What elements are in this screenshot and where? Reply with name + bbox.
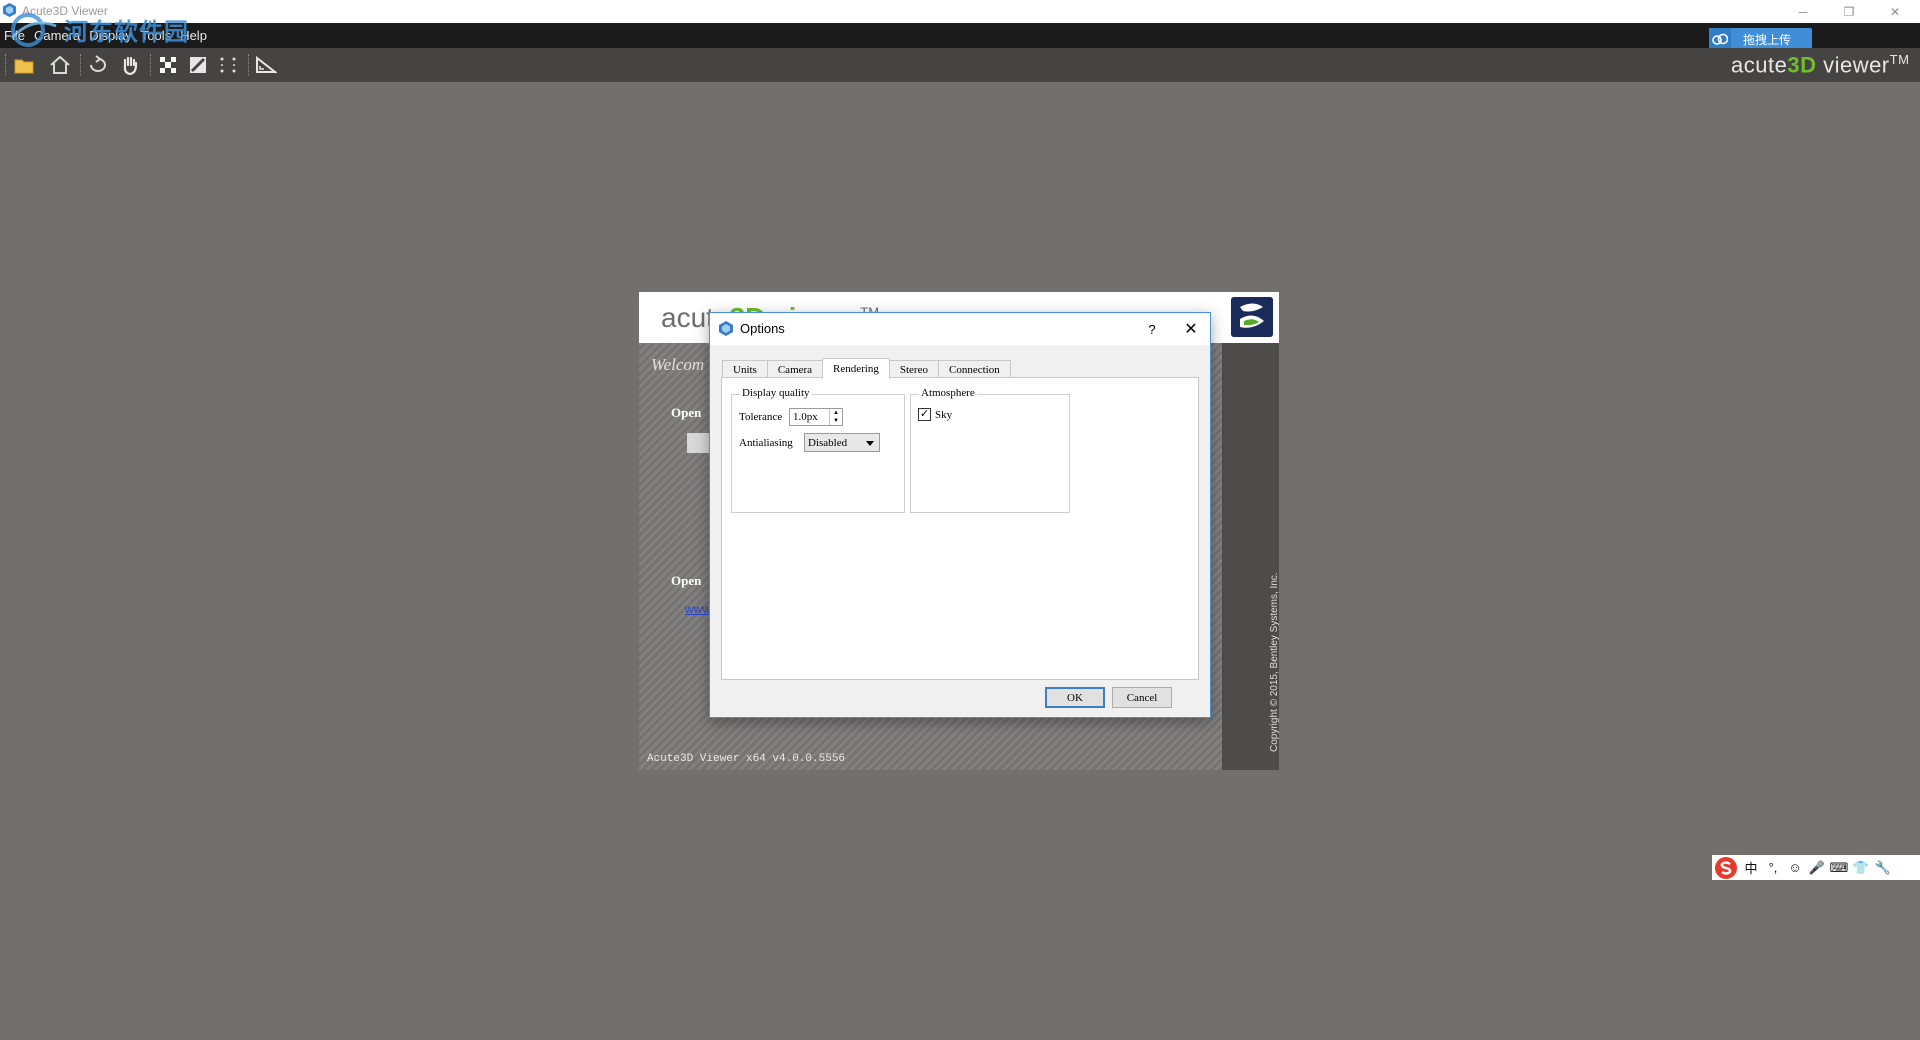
version-text: Acute3D Viewer x64 v4.0.0.5556 <box>647 753 846 765</box>
tab-rendering[interactable]: Rendering <box>822 358 890 379</box>
checker-icon[interactable] <box>156 53 180 77</box>
maximize-button[interactable]: ❐ <box>1826 0 1872 23</box>
menu-bar: File Camera Display Tools Help <box>0 23 1920 48</box>
upload-button-label: 拖拽上传 <box>1743 32 1792 47</box>
title-bar: Acute3D Viewer ─ ❐ ✕ <box>0 0 1920 23</box>
pan-hand-icon[interactable] <box>118 53 142 77</box>
tolerance-label: Tolerance <box>739 411 783 423</box>
punctuation-icon[interactable]: °, <box>1764 859 1782 877</box>
display-quality-group: Display quality Tolerance 1.0px ▲ ▼ Antia… <box>731 387 905 513</box>
spin-arrows-icon[interactable]: ▲ ▼ <box>829 409 842 425</box>
open-folder-icon[interactable] <box>12 53 36 77</box>
upload-button[interactable]: 拖拽上传 <box>1709 28 1812 50</box>
points-icon[interactable] <box>216 53 240 77</box>
dialog-title: Options <box>740 321 785 336</box>
open-recent-label: Open <box>671 405 702 420</box>
ime-toolbar: 中 °, ☺ 🎤 ⌨ 👕 🔧 <box>1712 855 1920 880</box>
watermark-logo-icon <box>10 13 57 47</box>
cancel-button[interactable]: Cancel <box>1112 687 1172 708</box>
minimize-button[interactable]: ─ <box>1780 0 1826 23</box>
cloud-icon <box>1709 28 1731 50</box>
skin-icon[interactable]: 👕 <box>1852 859 1870 877</box>
sky-checkbox[interactable]: ✓ <box>918 408 931 421</box>
open-online-label: Open <box>671 573 702 588</box>
help-button[interactable]: ? <box>1137 313 1167 345</box>
keyboard-icon[interactable]: ⌨ <box>1830 859 1849 877</box>
chevron-down-icon <box>866 441 874 446</box>
grid-icon[interactable] <box>186 53 210 77</box>
measure-icon[interactable] <box>254 53 278 77</box>
microphone-icon[interactable]: 🎤 <box>1808 859 1826 877</box>
ok-button[interactable]: OK <box>1045 687 1105 708</box>
home-icon[interactable] <box>48 53 72 77</box>
tolerance-value: 1.0px <box>793 411 818 423</box>
settings-wrench-icon[interactable]: 🔧 <box>1874 859 1892 877</box>
brand-logo: acute3D viewerTM <box>1731 52 1910 78</box>
antialiasing-label: Antialiasing <box>739 437 793 449</box>
toolbar: acute3D viewerTM <box>0 48 1920 82</box>
toolbar-grip <box>5 54 6 76</box>
atmosphere-group: Atmosphere ✓ Sky <box>910 387 1070 513</box>
antialiasing-value: Disabled <box>808 437 848 449</box>
rotate-icon[interactable] <box>86 53 110 77</box>
antialiasing-select[interactable]: Disabled <box>804 433 880 452</box>
options-dialog: Options ? ✕ Units Camera Rendering Stere… <box>709 312 1211 718</box>
close-button[interactable]: ✕ <box>1872 0 1918 23</box>
chinese-mode-icon[interactable]: 中 <box>1742 859 1760 877</box>
sogou-icon[interactable] <box>1714 856 1738 880</box>
rendering-panel: Display quality Tolerance 1.0px ▲ ▼ Antia… <box>721 377 1199 680</box>
emoji-icon[interactable]: ☺ <box>1786 859 1804 877</box>
dialog-app-icon <box>719 321 733 336</box>
copyright-text: Copyright © 2015, Bentley Systems, Inc. <box>1269 572 1280 752</box>
watermark-text: 河东软件园 <box>64 18 189 46</box>
welcome-heading: Welcom <box>651 355 705 374</box>
recent-item[interactable] <box>687 433 709 453</box>
display-quality-legend: Display quality <box>740 387 812 399</box>
bentley-logo-icon <box>1231 297 1273 337</box>
dialog-title-bar: Options ? ✕ <box>710 313 1210 345</box>
sky-label: Sky <box>935 409 953 421</box>
dialog-close-button[interactable]: ✕ <box>1173 313 1209 345</box>
atmosphere-legend: Atmosphere <box>919 387 977 399</box>
tolerance-spinbox[interactable]: 1.0px ▲ ▼ <box>789 408 843 426</box>
tab-strip: Units Camera Rendering Stereo Connection <box>722 358 1011 379</box>
